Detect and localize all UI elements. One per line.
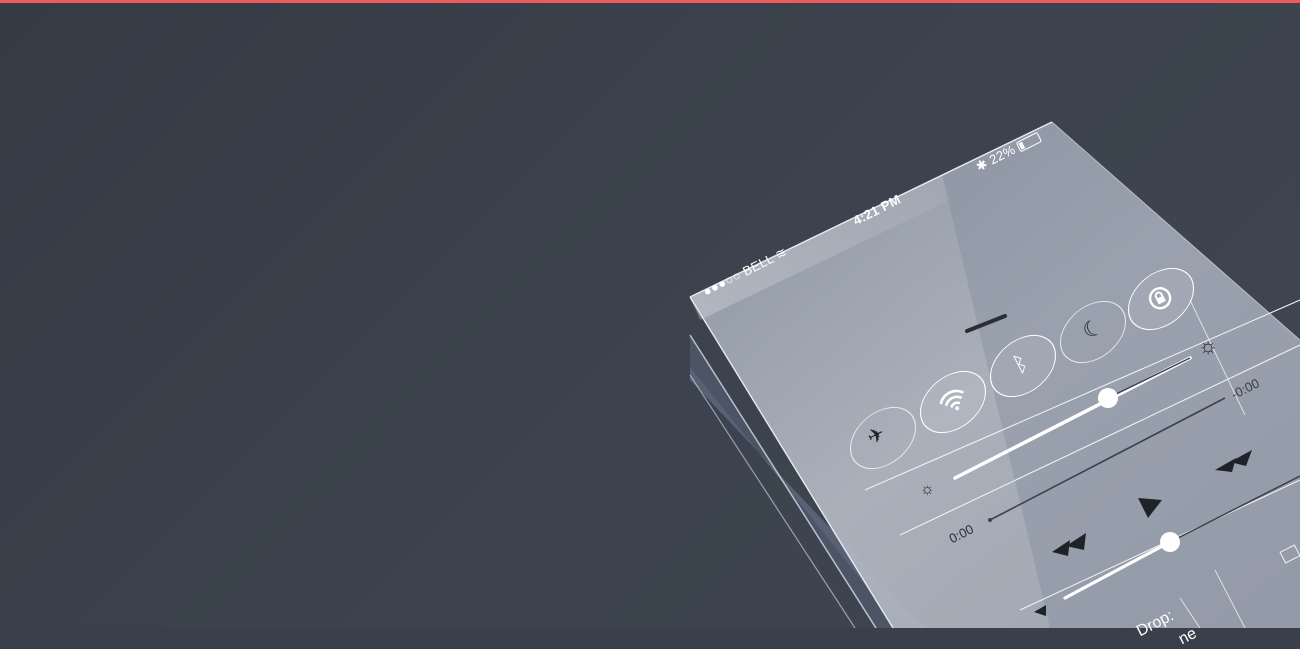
volume-slider[interactable]: [0, 0, 1300, 628]
airplay-icon: [1279, 544, 1300, 564]
volume-low-icon: [1034, 605, 1046, 616]
volume-thumb: [1160, 532, 1180, 552]
volume-track-filled: [1063, 540, 1172, 600]
airdrop-label-tail: ne: [1175, 624, 1200, 649]
volume-track-empty: [1169, 475, 1300, 543]
